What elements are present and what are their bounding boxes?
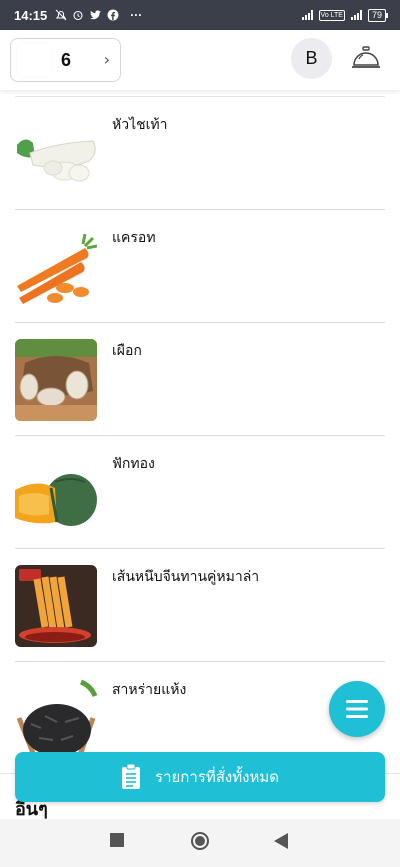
battery-icon: 79	[367, 8, 389, 22]
pumpkin-photo	[15, 452, 97, 534]
item-name: หัวไชเท้า	[112, 117, 168, 133]
twitter-icon	[90, 10, 102, 20]
clock: 14:15	[14, 7, 48, 23]
view-all-orders-button[interactable]: รายการที่สั่งทั้งหมด	[15, 752, 385, 802]
back-icon[interactable]	[274, 833, 288, 849]
menu-list: หัวไชเท้า แครอท เผือก ฟักทอง เส้นหนึบจีน…	[15, 96, 385, 775]
home-icon[interactable]	[190, 831, 210, 851]
clipboard-icon	[122, 764, 141, 789]
list-item[interactable]: เผือก	[15, 323, 385, 436]
carrot-photo	[15, 226, 97, 308]
avatar[interactable]: B	[291, 38, 332, 79]
item-name: เผือก	[112, 343, 142, 359]
order-button-label: รายการที่สั่งทั้งหมด	[155, 768, 279, 786]
list-item[interactable]: เส้นหนึบจีนทานคู่หมาล่า	[15, 549, 385, 662]
taro-photo	[15, 339, 97, 421]
recent-apps-icon[interactable]	[110, 833, 124, 847]
table-icon	[17, 44, 51, 76]
alarm-icon	[73, 10, 83, 21]
item-name: เส้นหนึบจีนทานคู่หมาล่า	[112, 569, 260, 585]
item-name: แครอท	[112, 230, 156, 246]
more-notifications-icon: ···	[130, 8, 143, 22]
signal-2-icon	[350, 10, 362, 20]
hamburger-icon	[346, 700, 368, 718]
table-selector[interactable]: 6 ›	[10, 38, 121, 82]
menu-fab-button[interactable]	[329, 681, 385, 737]
list-item[interactable]: ฟักทอง	[15, 436, 385, 549]
glass-noodle-photo	[15, 565, 97, 647]
facebook-icon	[107, 9, 119, 21]
system-nav-bar	[0, 819, 400, 867]
item-name: สาหร่ายแห้ง	[112, 682, 187, 698]
chevron-right-icon: ›	[103, 50, 110, 69]
list-item[interactable]: หัวไชเท้า	[15, 97, 385, 210]
volte-badge: Vo LTE	[318, 9, 345, 21]
avatar-letter: B	[305, 48, 318, 68]
signal-icon	[301, 10, 313, 20]
status-bar: 14:15 ··· Vo LTE 79	[0, 0, 400, 30]
list-item[interactable]: แครอท	[15, 210, 385, 323]
table-number: 6	[61, 50, 72, 70]
daikon-radish-photo	[15, 113, 97, 195]
mute-icon	[55, 9, 67, 21]
dried-seaweed-photo	[15, 678, 97, 760]
service-bell-icon[interactable]	[350, 45, 382, 73]
item-name: ฟักทอง	[112, 456, 155, 472]
app-header: 6 › B	[0, 30, 400, 90]
